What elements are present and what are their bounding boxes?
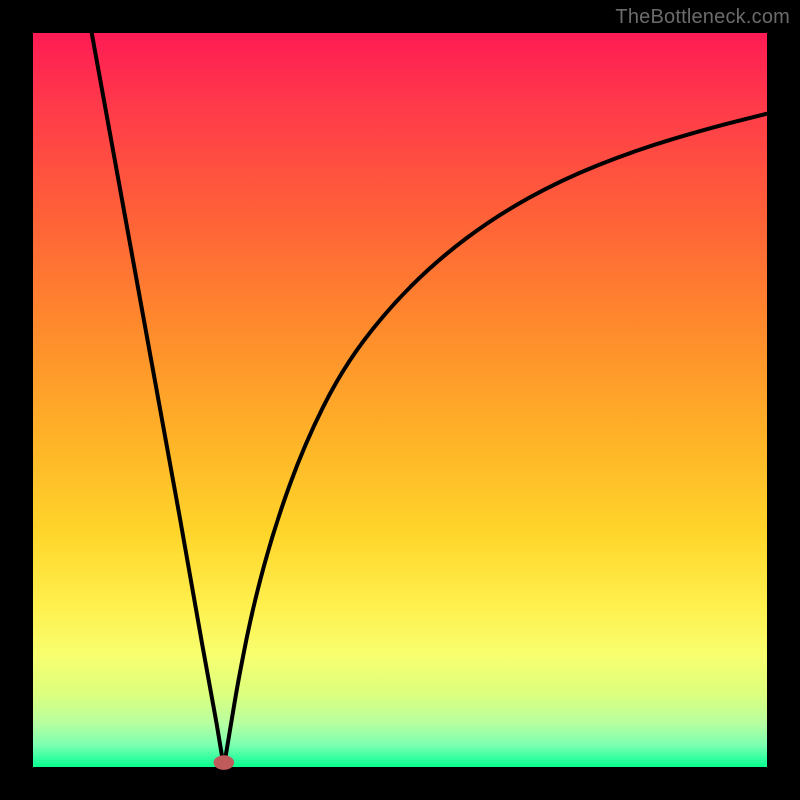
- bottleneck-curve-left: [92, 33, 224, 767]
- min-marker: [214, 755, 235, 770]
- bottleneck-curve-right: [224, 114, 767, 767]
- chart-stage: TheBottleneck.com: [0, 0, 800, 800]
- curve-svg: [33, 33, 767, 767]
- plot-area: [33, 33, 767, 767]
- watermark-text: TheBottleneck.com: [615, 6, 790, 29]
